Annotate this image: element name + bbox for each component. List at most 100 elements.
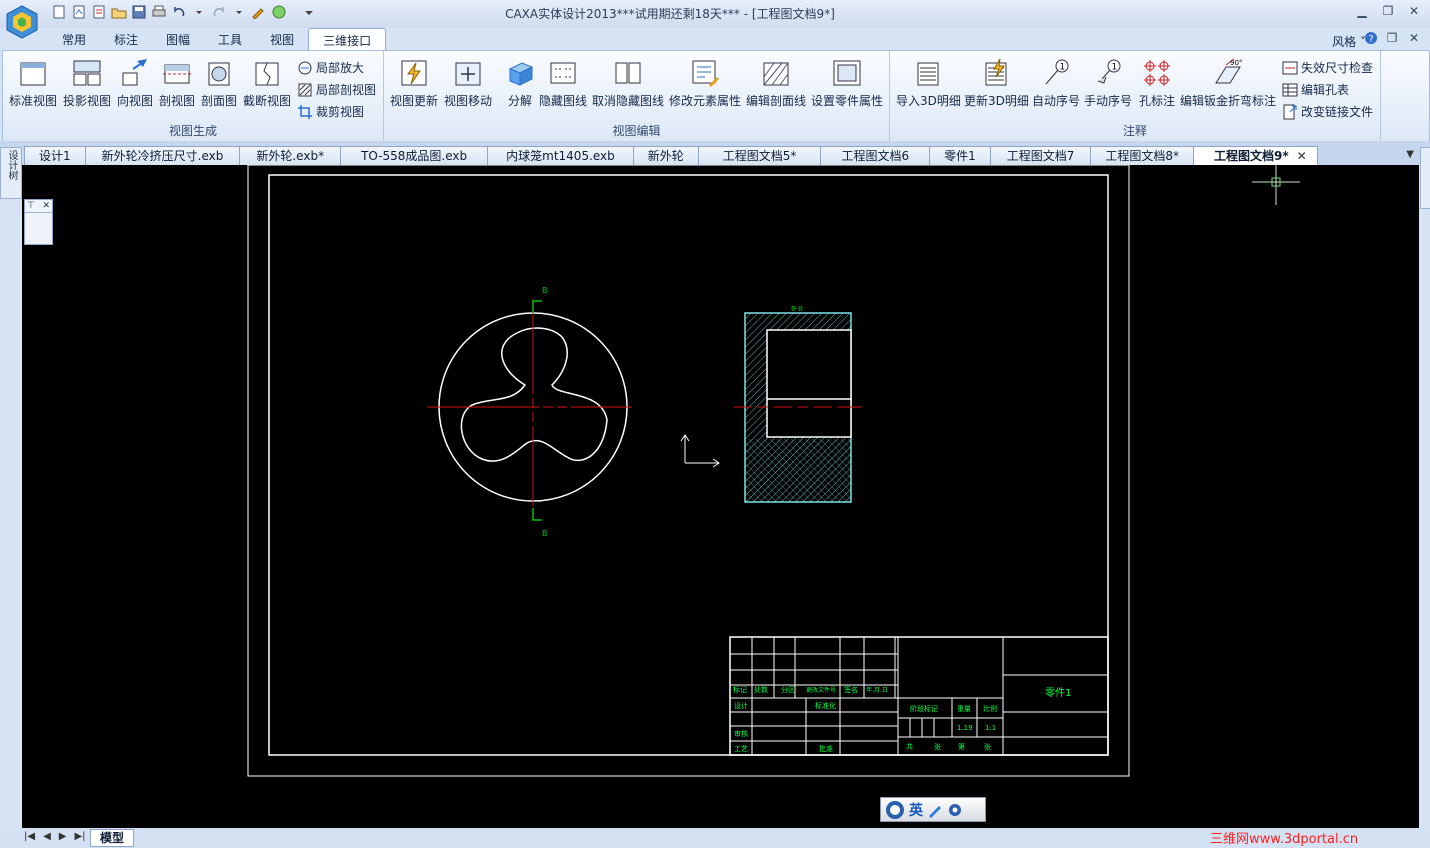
doc-tab[interactable]: 新外轮 bbox=[632, 146, 699, 165]
edit-hatch-button[interactable]: 编辑剖面线 bbox=[746, 57, 806, 109]
auto-balloon-button[interactable]: 1 自动序号 bbox=[1032, 57, 1080, 109]
doc-tab[interactable]: 工程图文档5* bbox=[697, 146, 822, 165]
tb-change-doc: 更改文件号 bbox=[806, 686, 836, 694]
cross-section-button[interactable]: 剖面图 bbox=[201, 57, 237, 109]
restore-doc-icon[interactable]: ❐ bbox=[1384, 31, 1400, 45]
unhide-lines-button[interactable]: 取消隐藏图线 bbox=[592, 57, 664, 109]
help-icon[interactable]: ? bbox=[1364, 31, 1378, 45]
design-tree-strip[interactable]: 设计树 bbox=[0, 147, 22, 199]
sheet-navigation: |◀ ◀ ▶ ▶| bbox=[24, 831, 86, 842]
tab-view[interactable]: 视图 bbox=[256, 28, 308, 50]
doc-tab[interactable]: 工程图文档6 bbox=[820, 146, 931, 165]
close-tab-icon[interactable]: ✕ bbox=[1297, 149, 1307, 163]
window-controls: ▁ ❐ ✕ bbox=[1354, 4, 1422, 18]
standard-view-icon bbox=[20, 62, 46, 86]
part-props-button[interactable]: 设置零件属性 bbox=[811, 57, 883, 109]
doc-tab[interactable]: 工程图文档7 bbox=[989, 146, 1092, 165]
ime-settings-icon[interactable] bbox=[947, 802, 963, 818]
update-3d-bom-button[interactable]: 更新3D明细 bbox=[964, 57, 1029, 109]
doc-tab[interactable]: 新外轮冷挤压尺寸.exb bbox=[84, 146, 241, 165]
hole-annotation-button[interactable]: 孔标注 bbox=[1139, 57, 1175, 109]
explode-icon bbox=[508, 62, 534, 86]
doc-tab[interactable]: 新外轮.exb* bbox=[239, 146, 342, 165]
import-3d-bom-button[interactable]: 导入3D明细 bbox=[896, 57, 961, 109]
section-title: B-B bbox=[791, 305, 803, 313]
tb-mark: 标记 bbox=[733, 685, 747, 694]
detail-zoom-button[interactable]: 局部放大 bbox=[297, 59, 364, 76]
modify-element-props-button[interactable]: 修改元素属性 bbox=[669, 57, 741, 109]
section-view-icon bbox=[163, 64, 191, 84]
style-menu[interactable]: 风格 ˅ bbox=[1332, 33, 1366, 50]
restore-icon[interactable]: ❐ bbox=[1380, 4, 1396, 18]
section-view-button[interactable]: 剖视图 bbox=[159, 57, 195, 109]
direction-view-icon bbox=[122, 59, 147, 86]
edit-hole-table-button[interactable]: 编辑孔表 bbox=[1282, 81, 1349, 98]
ime-mode-label[interactable]: 英 bbox=[909, 800, 923, 820]
projection-view-button[interactable]: 投影视图 bbox=[63, 57, 111, 109]
edit-hatch-icon bbox=[763, 62, 789, 86]
tab-3d-interface[interactable]: 三维接口 bbox=[308, 28, 387, 51]
invalid-dim-check-button[interactable]: 失效尺寸检查 bbox=[1282, 59, 1373, 76]
tb-process: 工艺 bbox=[734, 745, 748, 753]
doc-tab[interactable]: TO-558成品图.exb bbox=[340, 146, 489, 165]
tb-sheet-count1: 张 bbox=[934, 742, 941, 751]
view-move-icon bbox=[455, 62, 481, 86]
ribbon-tabs: 常用 标注 图幅 工具 视图 三维接口 bbox=[48, 28, 387, 51]
tab-common[interactable]: 常用 bbox=[48, 28, 100, 50]
last-sheet-icon[interactable]: ▶| bbox=[74, 831, 85, 842]
broken-view-button[interactable]: 截断视图 bbox=[243, 57, 291, 109]
tb-review: 审核 bbox=[734, 729, 748, 738]
tab-tools[interactable]: 工具 bbox=[204, 28, 256, 50]
group-view-generation: 标准视图 投影视图 向视图 剖视图 剖面图 截断视图 局部放大 局部剖视图 裁剪… bbox=[3, 51, 384, 141]
minimize-icon[interactable]: ▁ bbox=[1354, 4, 1370, 18]
ime-logo-icon[interactable] bbox=[885, 800, 905, 820]
tab-sheet[interactable]: 图幅 bbox=[152, 28, 204, 50]
partial-section-button[interactable]: 局部剖视图 bbox=[297, 81, 376, 98]
doc-tab[interactable]: 内球笼mt1405.exb bbox=[487, 146, 634, 165]
direction-view-button[interactable]: 向视图 bbox=[117, 57, 153, 109]
explode-button[interactable]: 分解 bbox=[504, 57, 536, 109]
model-tab[interactable]: 模型 bbox=[90, 829, 134, 847]
tb-design: 设计 bbox=[734, 701, 748, 710]
tb-weight-value: 1.19 bbox=[957, 724, 973, 732]
first-sheet-icon[interactable]: |◀ bbox=[24, 831, 35, 842]
dim-check-icon bbox=[1282, 61, 1298, 74]
doc-tab[interactable]: 零件1 bbox=[929, 146, 991, 165]
change-link-file-button[interactable]: 改变链接文件 bbox=[1282, 103, 1373, 120]
crop-view-button[interactable]: 裁剪视图 bbox=[297, 103, 364, 120]
section-view[interactable]: B-B bbox=[734, 305, 862, 503]
tab-list-dropdown-icon[interactable]: ▼ bbox=[1406, 149, 1414, 160]
svg-text:90°: 90° bbox=[1230, 59, 1242, 67]
next-sheet-icon[interactable]: ▶ bbox=[59, 831, 67, 842]
edit-sheetmetal-bend-button[interactable]: 90° 编辑钣金折弯标注 bbox=[1180, 57, 1276, 109]
standard-view-button[interactable]: 标准视图 bbox=[9, 57, 57, 109]
svg-text:1: 1 bbox=[1060, 63, 1066, 73]
close-doc-icon[interactable]: ✕ bbox=[1406, 31, 1422, 45]
prev-sheet-icon[interactable]: ◀ bbox=[43, 831, 51, 842]
ime-pen-icon[interactable] bbox=[927, 802, 943, 818]
group-label: 视图编辑 bbox=[612, 124, 661, 138]
close-icon[interactable]: ✕ bbox=[1406, 4, 1422, 18]
link-file-icon bbox=[1283, 104, 1297, 119]
view-move-button[interactable]: 视图移动 bbox=[444, 57, 492, 109]
svg-text:?: ? bbox=[1369, 34, 1374, 45]
group-view-editing: 视图更新 视图移动 分解 隐藏图线 取消隐藏图线 修改元素属性 编辑剖面线 设置… bbox=[384, 51, 890, 141]
tab-annotate[interactable]: 标注 bbox=[100, 28, 152, 50]
view-update-icon bbox=[401, 60, 427, 86]
doc-tab[interactable]: 工程图文档8* bbox=[1090, 146, 1194, 165]
front-view[interactable]: B B bbox=[427, 286, 632, 538]
group-label: 注释 bbox=[1122, 124, 1147, 138]
tb-date: 年.月.日 bbox=[866, 686, 888, 694]
doc-tab-active[interactable]: 工程图文档9* ✕ bbox=[1193, 146, 1318, 165]
tb-approve: 批准 bbox=[819, 744, 833, 753]
doc-tab-label: 工程图文档9* bbox=[1214, 149, 1289, 163]
ime-toolbar[interactable]: 英 bbox=[880, 797, 986, 822]
right-panel-strip[interactable] bbox=[1420, 147, 1430, 209]
detail-zoom-icon bbox=[298, 61, 312, 74]
view-update-button[interactable]: 视图更新 bbox=[390, 57, 438, 109]
crop-view-icon bbox=[298, 104, 312, 119]
manual-balloon-button[interactable]: 1 手动序号 bbox=[1084, 57, 1132, 109]
hide-lines-button[interactable]: 隐藏图线 bbox=[539, 57, 587, 109]
sheet-outer-border bbox=[247, 165, 1130, 777]
doc-tab[interactable]: 设计1 bbox=[24, 146, 86, 165]
